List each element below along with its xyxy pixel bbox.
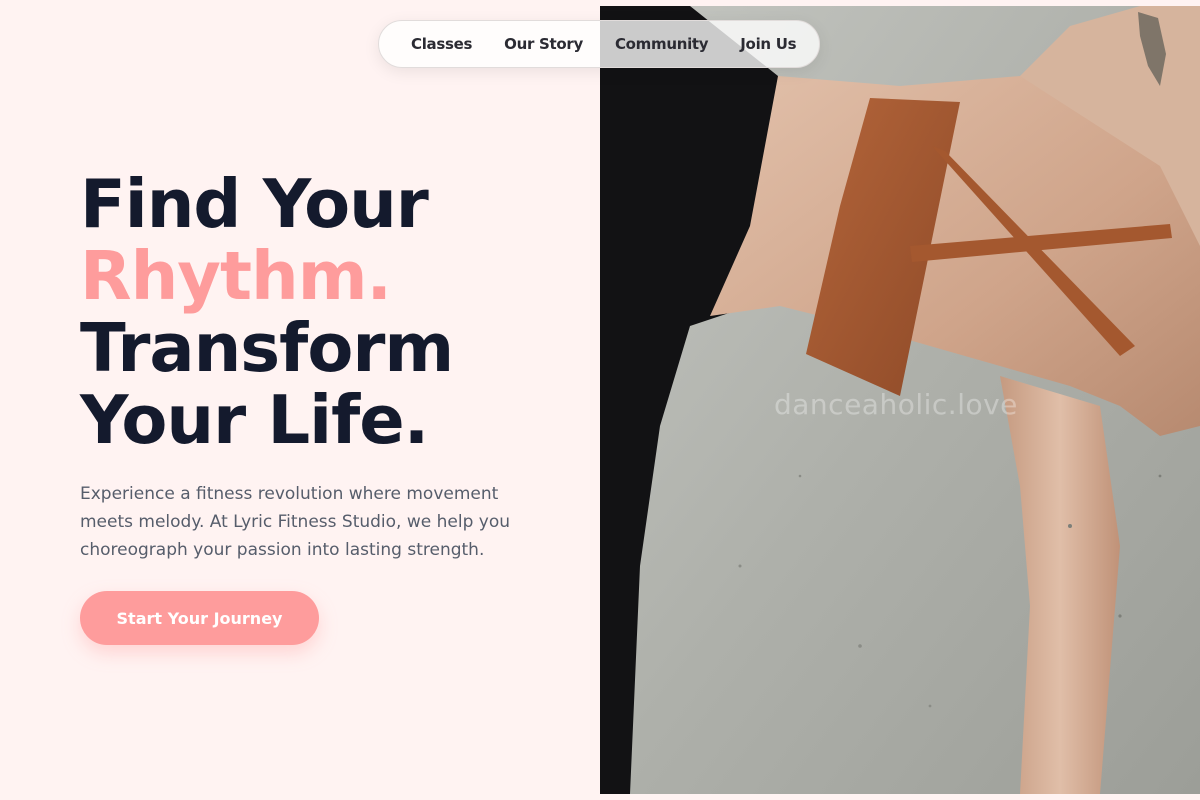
start-journey-button[interactable]: Start Your Journey [80,591,319,645]
nav-link-our-story[interactable]: Our Story [504,35,583,53]
nav-link-community[interactable]: Community [615,35,709,53]
hero-photo: danceaholic.love [600,6,1200,794]
photo-watermark: danceaholic.love [774,388,1018,421]
main-nav: Classes Our Story Community Join Us [378,20,820,68]
headline-line-1: Find Your [80,165,429,243]
headline-line-4: Your Life. [80,381,429,459]
hero-description: Experience a fitness revolution where mo… [80,484,511,560]
headline-line-3: Transform [80,309,454,387]
hero-headline: Find Your Rhythm. Transform Your Life. [80,165,454,459]
headline-line-2-accent: Rhythm. [80,237,392,315]
nav-link-classes[interactable]: Classes [411,35,472,53]
nav-link-join-us[interactable]: Join Us [740,35,796,53]
